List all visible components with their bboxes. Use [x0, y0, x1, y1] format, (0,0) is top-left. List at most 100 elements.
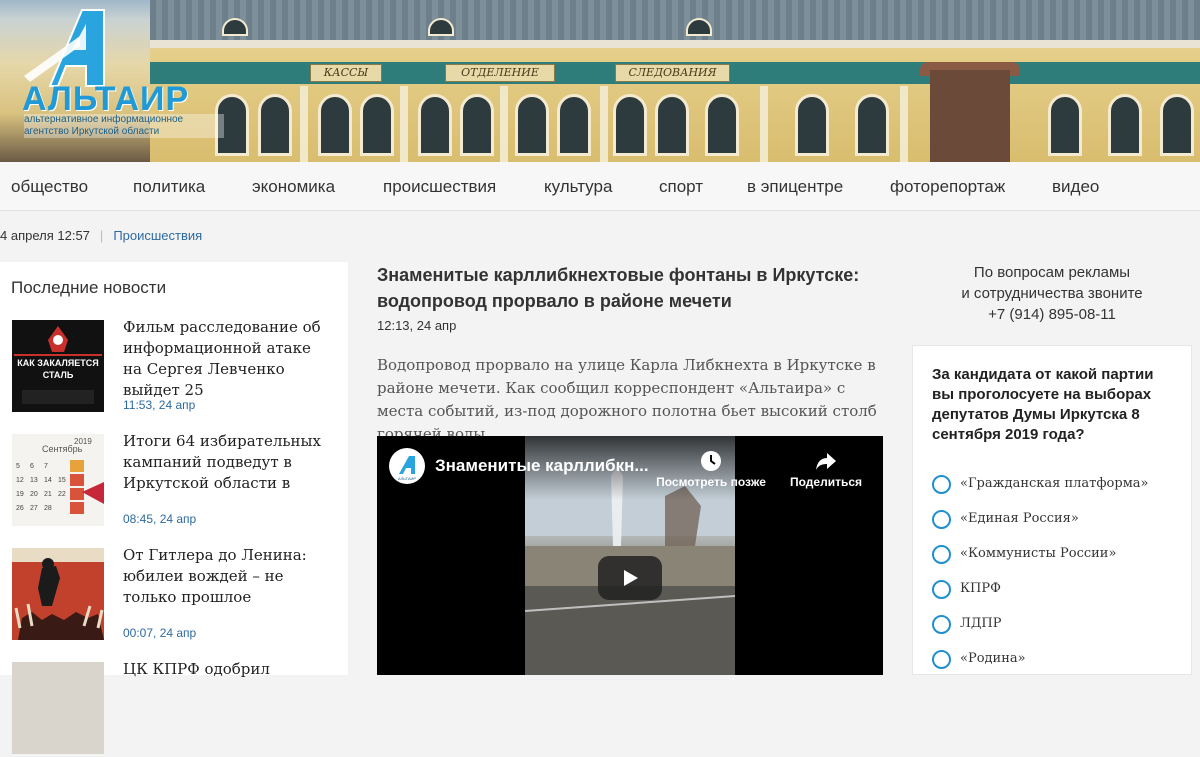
play-button[interactable] [598, 556, 662, 600]
ad-line: По вопросам рекламы [973, 264, 1131, 281]
banner-pillar [300, 86, 308, 162]
channel-logo-text: АЛЬТАИР [398, 476, 416, 481]
video-title[interactable]: Знаменитые карллибкн... [435, 456, 649, 476]
radio-button[interactable] [932, 510, 951, 529]
share-button[interactable]: Поделиться [781, 450, 871, 489]
poll-option-label[interactable]: «Гражданская платформа» [960, 476, 1149, 491]
banner-pillar [600, 86, 608, 162]
banner-window [318, 94, 352, 156]
nav-item-v-epitsentre[interactable]: в эпицентре [747, 162, 843, 211]
news-title[interactable]: Итоги 64 избирательных кампаний подведут… [123, 431, 333, 494]
svg-text:12: 12 [16, 477, 24, 484]
site-logo[interactable]: АЛЬТАИР альтернативное информационное аг… [20, 6, 230, 138]
latest-news-title: Последние новости [11, 278, 167, 297]
banner-window [613, 94, 647, 156]
poll-option[interactable]: «Единая Россия» [932, 509, 1182, 531]
radio-button[interactable] [932, 545, 951, 564]
meta-date: 4 апреля 12:57 [0, 228, 90, 243]
calendar-thumbnail-image: 2019 Сентябрь 567 12 13 14 15 19 20 21 22 26 27… [12, 434, 104, 526]
radio-button[interactable] [932, 580, 951, 599]
svg-text:19: 19 [16, 491, 24, 498]
news-item[interactable]: 2019 Сентябрь 567 12 13 14 15 19 20 21 22 26 27… [12, 431, 342, 529]
nav-item-ekonomika[interactable]: экономика [252, 162, 335, 211]
radio-button[interactable] [932, 650, 951, 669]
banner-window [705, 94, 739, 156]
poll-option-label[interactable]: «Единая Россия» [960, 511, 1079, 526]
nav-item-video[interactable]: видео [1052, 162, 1099, 211]
banner-porch [930, 70, 1010, 162]
svg-text:5: 5 [16, 463, 20, 470]
poll-option[interactable]: ЛДПР [932, 614, 1182, 636]
banner-window [1160, 94, 1194, 156]
banner-pillar [400, 86, 408, 162]
banner-window [360, 94, 394, 156]
nav-item-politika[interactable]: политика [133, 162, 205, 211]
svg-text:21: 21 [44, 491, 52, 498]
poll-option[interactable]: «Родина» [932, 649, 1182, 671]
nav-item-proisshestviya[interactable]: происшествия [383, 162, 496, 211]
ad-contact: По вопросам рекламы и сотрудничества зво… [912, 262, 1192, 325]
thumbnail-caption: СТАЛЬ [43, 370, 74, 380]
logo-wordmark: АЛЬТАИР [22, 80, 190, 118]
banner-window [795, 94, 829, 156]
article-time: 12:13, 24 апр [377, 318, 457, 333]
news-item[interactable]: КАК ЗАКАЛЯЕТСЯ СТАЛЬ Фильм расследование… [12, 317, 342, 415]
article-headline: Знаменитые карллибкнехтовые фонтаны в Ир… [377, 265, 860, 311]
banner-window [515, 94, 549, 156]
news-title[interactable]: ЦК КПРФ одобрил [123, 659, 333, 680]
article-meta: 4 апреля 12:57 | Происшествия [0, 226, 202, 246]
thumbnail-caption: КАК ЗАКАЛЯЕТСЯ [17, 358, 98, 368]
ad-phone[interactable]: +7 (914) 895-08-11 [912, 304, 1192, 325]
header-banner: КАССЫ ОТДЕЛЕНИЕ СЛЕДОВАНИЯ АЛЬТАИР альте… [0, 0, 1200, 162]
news-thumbnail[interactable] [12, 548, 104, 640]
news-title[interactable]: От Гитлера до Ленина: юбилеи вождей – не… [123, 545, 333, 608]
news-time: 11:53, 24 апр [123, 398, 196, 412]
clock-icon [701, 451, 721, 471]
nav-item-sport[interactable]: спорт [659, 162, 703, 211]
banner-window [418, 94, 452, 156]
article-lead: Водопровод прорвало на улице Карла Либкн… [377, 356, 877, 443]
nav-item-obshchestvo[interactable]: общество [11, 162, 88, 211]
video-player[interactable]: АЛЬТАИР Знаменитые карллибкн... Посмотре… [377, 436, 883, 675]
radio-button[interactable] [932, 475, 951, 494]
news-title[interactable]: Фильм расследование об информационной ат… [123, 317, 333, 401]
thumbnail-image: КАК ЗАКАЛЯЕТСЯ СТАЛЬ [12, 320, 104, 412]
poll-option[interactable]: «Гражданская платформа» [932, 474, 1182, 496]
poll-option[interactable]: КПРФ [932, 579, 1182, 601]
news-time: 08:45, 24 апр [123, 512, 197, 526]
news-thumbnail[interactable] [12, 662, 104, 754]
poll-option-label[interactable]: «Коммунисты России» [960, 546, 1116, 561]
watch-later-button[interactable]: Посмотреть позже [649, 450, 773, 489]
nav-item-fotoreportazh[interactable]: фоторепортаж [890, 162, 1005, 211]
svg-text:20: 20 [30, 491, 38, 498]
video-channel-logo[interactable]: АЛЬТАИР [389, 448, 425, 484]
poll-option-label[interactable]: «Родина» [960, 651, 1026, 666]
news-thumbnail[interactable]: КАК ЗАКАЛЯЕТСЯ СТАЛЬ [12, 320, 104, 412]
svg-text:13: 13 [30, 477, 38, 484]
news-thumbnail[interactable]: 2019 Сентябрь 567 12 13 14 15 19 20 21 22 26 27… [12, 434, 104, 526]
banner-pillar [900, 86, 908, 162]
share-icon [816, 453, 836, 470]
poll-widget: За кандидата от какой партии вы проголос… [912, 345, 1192, 675]
svg-text:6: 6 [30, 463, 34, 470]
banner-window [258, 94, 292, 156]
news-item[interactable]: ЦК КПРФ одобрил [12, 659, 342, 757]
meta-category-link[interactable]: Происшествия [113, 228, 202, 243]
poll-option-label[interactable]: ЛДПР [960, 616, 1002, 631]
banner-window [655, 94, 689, 156]
svg-text:14: 14 [44, 477, 52, 484]
svg-text:7: 7 [44, 463, 48, 470]
banner-roof [150, 0, 1200, 44]
news-item[interactable]: От Гитлера до Ленина: юбилеи вождей – не… [12, 545, 342, 643]
poll-option-label[interactable]: КПРФ [960, 581, 1001, 596]
banner-window [855, 94, 889, 156]
nav-item-kultura[interactable]: культура [544, 162, 612, 211]
svg-text:15: 15 [58, 477, 66, 484]
watch-later-label: Посмотреть позже [656, 475, 766, 489]
banner-window [1108, 94, 1142, 156]
banner-sign: КАССЫ [310, 64, 382, 82]
latest-news-panel: Последние новости КАК ЗАКАЛЯЕТСЯ СТАЛЬ Ф… [0, 262, 348, 754]
radio-button[interactable] [932, 615, 951, 634]
poll-option[interactable]: «Коммунисты России» [932, 544, 1182, 566]
share-label: Поделиться [789, 475, 863, 489]
